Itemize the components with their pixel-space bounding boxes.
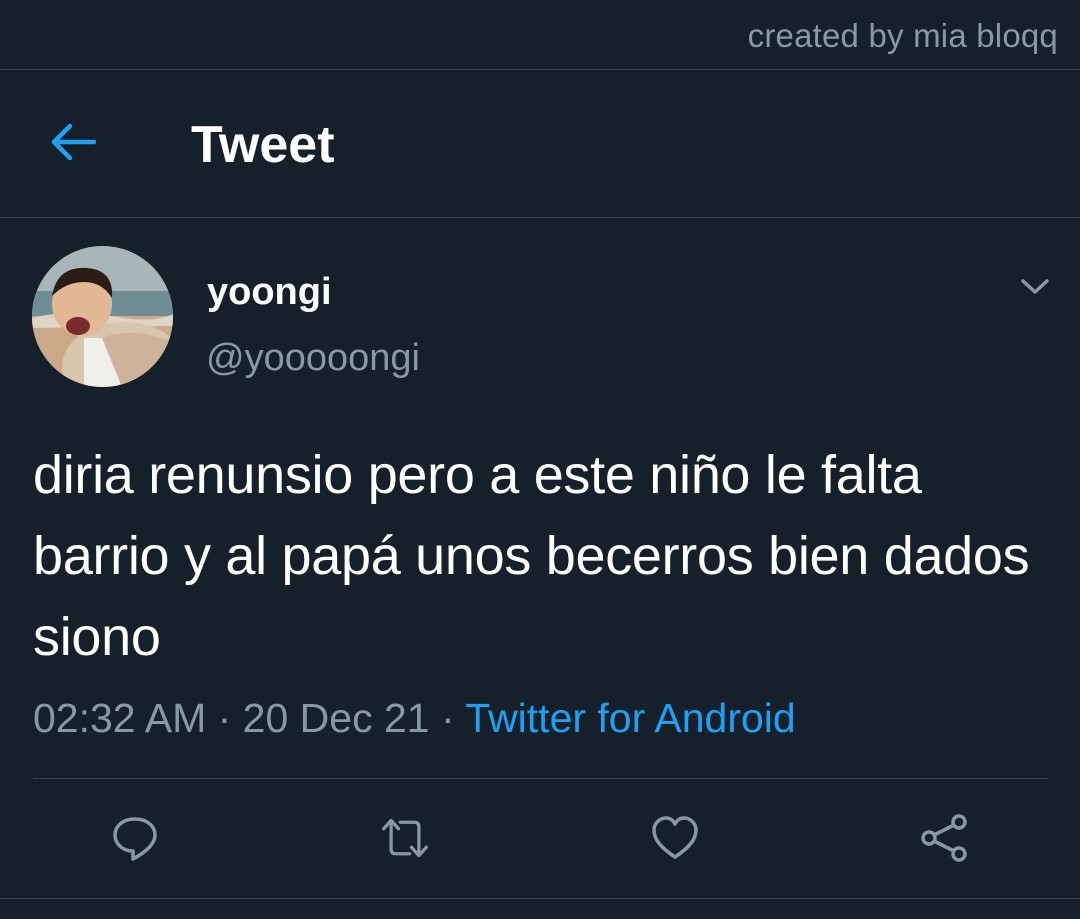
like-button[interactable]: [650, 813, 700, 863]
tweet-date[interactable]: 20 Dec 21: [243, 695, 430, 741]
tweet-time[interactable]: 02:32 AM: [33, 695, 206, 741]
retweet-button[interactable]: [380, 813, 430, 863]
meta-separator: ·: [206, 695, 243, 741]
share-button[interactable]: [920, 813, 970, 863]
display-name[interactable]: yoongi: [207, 270, 332, 314]
credit-bar: created by mia bloqq: [0, 0, 1080, 70]
arrow-left-icon: [51, 123, 96, 161]
avatar[interactable]: [32, 246, 173, 387]
tweet-source-link[interactable]: Twitter for Android: [465, 695, 795, 741]
user-handle[interactable]: @yooooongi: [206, 336, 420, 380]
back-button[interactable]: [46, 115, 100, 169]
bottom-divider: [0, 898, 1080, 899]
reply-icon: [113, 817, 157, 861]
divider: [33, 778, 1048, 779]
more-options-button[interactable]: [1018, 272, 1052, 300]
retweet-icon: [382, 818, 428, 858]
tweet-meta: 02:32 AM · 20 Dec 21 · Twitter for Andro…: [33, 694, 796, 742]
heart-icon: [652, 816, 698, 859]
tweet-detail: yoongi @yooooongi diria renunsio pero a …: [0, 218, 1080, 919]
meta-separator: ·: [429, 695, 466, 741]
credit-text: created by mia bloqq: [747, 17, 1058, 54]
action-bar: [0, 813, 1080, 863]
share-icon: [921, 814, 967, 862]
chevron-down-icon: [1021, 279, 1049, 294]
header: Tweet: [0, 70, 1080, 218]
page-title: Tweet: [191, 116, 335, 174]
tweet-text: diria renunsio pero a este niño le falta…: [33, 445, 1030, 667]
reply-button[interactable]: [110, 813, 160, 863]
